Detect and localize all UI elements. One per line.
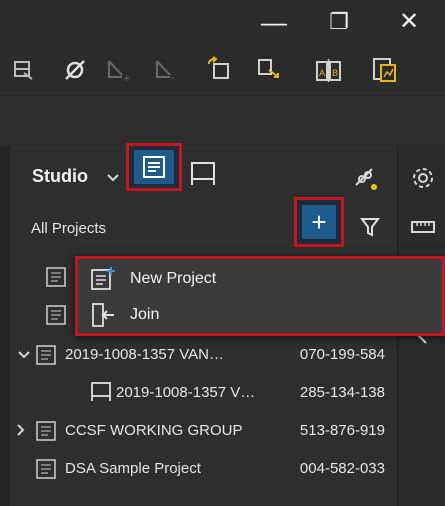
toolbar: + - AB [0,45,445,95]
all-projects-label[interactable]: All Projects [31,220,106,237]
toolbar-band [0,95,445,145]
document-icon [46,305,66,325]
table-icon[interactable] [8,53,42,87]
link-icon[interactable] [350,163,380,193]
session-row[interactable]: 2019-1008-1357 V… 285-134-138 [10,374,397,412]
project-number: 513-876-919 [299,422,385,439]
project-row[interactable]: CCSF WORKING GROUP 513-876-919 [10,412,397,450]
document-icon [36,459,56,479]
join-door-icon [92,303,114,327]
project-number: 004-582-033 [299,460,385,477]
export-icon[interactable] [252,53,286,87]
new-project-label: New Project [130,270,217,287]
chevron-down-icon[interactable] [106,170,120,188]
svg-text:B: B [332,69,338,79]
svg-text:-: - [171,73,175,83]
arrow-add-icon[interactable]: + [100,53,134,87]
title-bar: — ❐ ✕ [0,0,445,45]
close-button[interactable]: ✕ [388,4,430,40]
join-label: Join [130,306,160,323]
filter-icon[interactable] [358,215,384,241]
minimize-button[interactable]: — [253,4,295,40]
arrow-remove-icon[interactable]: - [148,53,182,87]
chevron-right-icon[interactable] [16,423,26,439]
ruler-icon[interactable] [410,214,436,240]
project-row[interactable]: DSA Sample Project 004-582-033 [10,450,397,488]
project-name: DSA Sample Project [65,460,201,477]
session-name: 2019-1008-1357 V… [116,384,256,401]
svg-text:A: A [319,69,326,79]
report-icon[interactable] [368,53,402,87]
session-number: 285-134-138 [299,384,385,401]
new-document-icon [91,267,115,290]
document-icon [46,267,66,287]
import-icon[interactable] [202,53,236,87]
add-project-menu: New Project Join [75,256,445,336]
compare-ab-icon[interactable]: AB [312,53,346,87]
chevron-down-icon[interactable] [18,347,30,363]
studio-label[interactable]: Studio [32,166,88,187]
studio-projects-button[interactable] [126,143,182,191]
project-row[interactable]: 2019-1008-1357 VAN… 070-199-584 [10,336,397,374]
document-icon [36,421,56,441]
project-name: CCSF WORKING GROUP [65,422,243,439]
document-list-icon [134,150,174,184]
project-number: 070-199-584 [299,346,385,363]
new-project-menu-item[interactable]: New Project [78,261,442,297]
restore-button[interactable]: ❐ [318,4,360,40]
monitor-icon [191,162,215,185]
settings-gear-icon[interactable] [410,165,436,191]
join-menu-item[interactable]: Join [78,297,442,333]
session-view-button[interactable] [186,158,220,190]
project-name: 2019-1008-1357 VAN… [65,346,224,363]
add-project-button[interactable]: + [294,197,344,247]
document-icon [36,345,56,365]
svg-text:+: + [123,74,130,83]
plus-icon: + [302,205,336,239]
monitor-icon [91,382,111,401]
pin-icon[interactable] [58,53,92,87]
